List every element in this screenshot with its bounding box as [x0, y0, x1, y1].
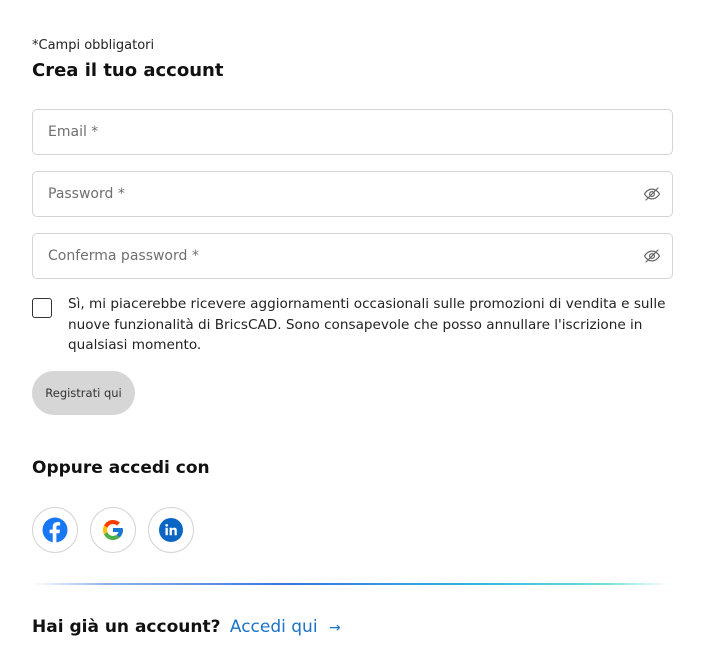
- login-link[interactable]: Accedi qui: [230, 617, 318, 637]
- facebook-icon: [42, 517, 68, 543]
- required-fields-note: *Campi obbligatori: [32, 38, 155, 53]
- facebook-login-button[interactable]: [32, 507, 78, 553]
- password-field-wrapper: [32, 171, 673, 217]
- email-field-wrapper: [32, 109, 673, 155]
- linkedin-login-button[interactable]: [148, 507, 194, 553]
- login-question: Hai già un account?: [32, 617, 221, 637]
- gradient-divider: [32, 583, 668, 585]
- register-button[interactable]: Registrati qui: [32, 371, 135, 415]
- consent-label: Sì, mi piacerebbe ricevere aggiornamenti…: [68, 296, 666, 353]
- confirm-password-field[interactable]: [33, 234, 608, 278]
- social-login-title: Oppure accedi con: [32, 458, 210, 478]
- consent-checkbox[interactable]: [32, 298, 52, 318]
- eye-slash-icon[interactable]: [643, 185, 661, 203]
- page-title: Crea il tuo account: [32, 60, 224, 81]
- google-login-button[interactable]: [90, 507, 136, 553]
- password-field[interactable]: [33, 172, 608, 216]
- eye-slash-icon[interactable]: [643, 247, 661, 265]
- google-icon: [103, 520, 123, 540]
- email-field[interactable]: [33, 110, 608, 154]
- arrow-right-icon[interactable]: →: [329, 620, 341, 636]
- login-prompt: Hai già un account? Accedi qui →: [32, 617, 341, 637]
- linkedin-icon: [159, 518, 183, 542]
- confirm-password-field-wrapper: [32, 233, 673, 279]
